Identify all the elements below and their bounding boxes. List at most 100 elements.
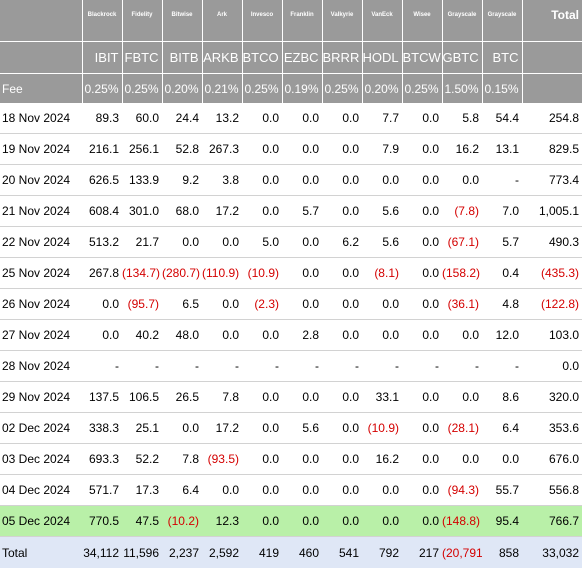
row-date: 04 Dec 2024 [0,475,82,506]
flow-cell: 0.0 [402,134,442,165]
issuer-label: Wisee [402,0,442,42]
flow-cell: 0.0 [162,413,202,444]
fee-value: 0.25% [242,74,282,104]
flow-cell: 13.1 [482,134,522,165]
flow-cell: 106.5 [122,382,162,413]
flow-cell: 0.0 [242,413,282,444]
flow-cell: 267.8 [82,258,122,289]
flow-cell: 52.8 [162,134,202,165]
flow-cell: 0.0 [442,444,482,475]
flow-cell: 0.0 [322,134,362,165]
flow-cell: (94.3) [442,475,482,506]
ticker-total-blank [522,42,582,74]
ticker-label: BRRR [322,42,362,74]
totals-cell: 419 [242,537,282,568]
flow-cell: 5.7 [282,196,322,227]
flow-cell: 0.0 [242,320,282,351]
fee-total-blank [522,74,582,104]
flow-cell: 216.1 [82,134,122,165]
flow-cell: 0.0 [282,134,322,165]
ticker-corner [0,42,82,74]
grand-total: 33,032 [522,537,582,568]
table-row: 03 Dec 2024693.352.27.8(93.5)0.00.00.016… [0,444,582,475]
flow-cell: 0.0 [362,506,402,537]
flow-cell: 0.0 [362,320,402,351]
row-date: 29 Nov 2024 [0,382,82,413]
flow-cell: 0.0 [82,320,122,351]
flow-cell: 0.0 [362,475,402,506]
flow-cell: 24.4 [162,103,202,134]
flow-cell: 16.2 [442,134,482,165]
ticker-label: HODL [362,42,402,74]
flow-cell: 0.0 [282,103,322,134]
flow-cell: 0.0 [322,444,362,475]
flow-cell: 0.0 [442,320,482,351]
row-date: 20 Nov 2024 [0,165,82,196]
totals-label: Total [0,537,82,568]
flow-cell: 267.3 [202,134,242,165]
flow-cell: 7.0 [482,196,522,227]
flow-cell: 0.0 [322,320,362,351]
flow-cell: 5.7 [482,227,522,258]
issuer-label: Franklin [282,0,322,42]
flow-cell: 0.0 [282,475,322,506]
issuer-label: Blackrock [82,0,122,42]
flow-cell: 770.5 [82,506,122,537]
row-total: 320.0 [522,382,582,413]
flow-cell: 0.0 [242,196,282,227]
flow-cell: 0.0 [402,196,442,227]
table-row: 25 Nov 2024267.8(134.7)(280.7)(110.9)(10… [0,258,582,289]
totals-cell: 34,112 [82,537,122,568]
totals-cell: 217 [402,537,442,568]
flow-cell: 301.0 [122,196,162,227]
flow-cell: 0.0 [242,506,282,537]
flow-cell: 5.6 [362,227,402,258]
flow-cell: 626.5 [82,165,122,196]
fee-value: 0.21% [202,74,242,104]
row-total: 353.6 [522,413,582,444]
flow-cell: 25.1 [122,413,162,444]
flow-cell: 7.9 [362,134,402,165]
flow-cell: 55.7 [482,475,522,506]
flow-cell: 0.0 [322,289,362,320]
flow-cell: - [162,351,202,382]
flow-cell: 0.0 [402,413,442,444]
row-date: 21 Nov 2024 [0,196,82,227]
flow-cell: 0.0 [322,475,362,506]
row-date: 27 Nov 2024 [0,320,82,351]
fee-label: Fee [0,74,82,104]
table-row: 04 Dec 2024571.717.36.40.00.00.00.00.00.… [0,475,582,506]
flow-cell: (7.8) [442,196,482,227]
flow-cell: 0.0 [202,227,242,258]
flow-cell: (28.1) [442,413,482,444]
flow-cell: 0.0 [202,320,242,351]
flow-cell: 0.0 [322,506,362,537]
flow-cell: 0.0 [402,165,442,196]
flow-cell: (95.7) [122,289,162,320]
flow-cell: 0.0 [402,444,442,475]
flow-cell: 5.6 [282,413,322,444]
flow-cell: 0.0 [402,475,442,506]
fee-value: 0.25% [322,74,362,104]
row-date: 18 Nov 2024 [0,103,82,134]
flow-cell: 513.2 [82,227,122,258]
fee-value: 0.15% [482,74,522,104]
flow-cell: - [122,351,162,382]
flow-cell: 13.2 [202,103,242,134]
row-total: 829.5 [522,134,582,165]
flow-cell: 16.2 [362,444,402,475]
flow-cell: 0.0 [162,227,202,258]
row-total: (435.3) [522,258,582,289]
flow-cell: (2.3) [242,289,282,320]
fee-value: 0.19% [282,74,322,104]
flow-cell: - [402,351,442,382]
table-row: 20 Nov 2024626.5133.99.23.80.00.00.00.00… [0,165,582,196]
row-date: 02 Dec 2024 [0,413,82,444]
ticker-label: IBIT [82,42,122,74]
flow-cell: 7.7 [362,103,402,134]
row-total: 556.8 [522,475,582,506]
flow-cell: 0.0 [242,382,282,413]
totals-cell: 2,237 [162,537,202,568]
flow-cell: 7.8 [202,382,242,413]
fee-value: 0.25% [82,74,122,104]
